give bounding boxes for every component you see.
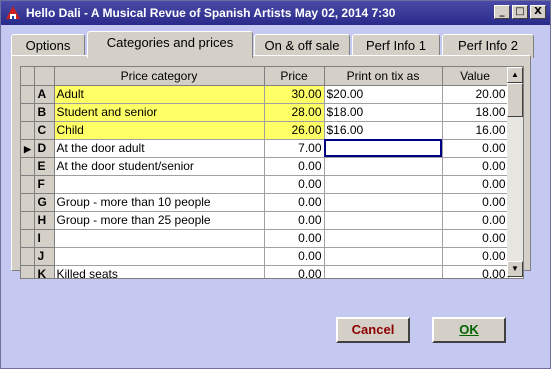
value-cell[interactable]: 0.00 xyxy=(442,193,509,212)
price-cell[interactable]: 0.00 xyxy=(264,265,325,278)
table-row[interactable]: G Group - more than 10 people 0.00 0.00 xyxy=(21,193,509,212)
current-row-arrow-icon: ▶ xyxy=(24,144,31,154)
category-cell[interactable]: Group - more than 10 people xyxy=(54,193,265,212)
row-key: C xyxy=(34,121,55,140)
print-cell[interactable]: $16.00 xyxy=(324,121,443,140)
value-cell[interactable]: 0.00 xyxy=(442,265,509,278)
category-cell[interactable]: At the door adult xyxy=(54,139,265,158)
table-row[interactable]: C Child 26.00 $16.00 16.00 xyxy=(21,121,509,140)
row-selector[interactable] xyxy=(21,193,35,212)
grid-key-header xyxy=(34,67,55,86)
row-key: D xyxy=(34,139,55,158)
scroll-up-arrow-icon[interactable]: ▲ xyxy=(507,67,523,83)
close-button[interactable]: X xyxy=(530,5,546,19)
print-cell[interactable] xyxy=(324,157,443,176)
row-key: I xyxy=(34,229,55,248)
category-cell[interactable]: Group - more than 25 people xyxy=(54,211,265,230)
scrollbar-thumb[interactable] xyxy=(507,83,523,117)
table-row[interactable]: J 0.00 0.00 xyxy=(21,247,509,266)
row-selector[interactable] xyxy=(21,121,35,140)
price-category-grid[interactable]: Price category Price Print on tix as Val… xyxy=(20,66,524,279)
table-row[interactable]: ▶ D At the door adult 7.00 0.00 xyxy=(21,139,509,158)
price-cell[interactable]: 0.00 xyxy=(264,193,325,212)
row-selector[interactable] xyxy=(21,175,35,194)
value-cell[interactable]: 18.00 xyxy=(442,103,509,122)
category-cell[interactable]: Killed seats xyxy=(54,265,265,278)
price-cell[interactable]: 0.00 xyxy=(264,157,325,176)
value-cell[interactable]: 0.00 xyxy=(442,229,509,248)
row-key: H xyxy=(34,211,55,230)
value-cell[interactable]: 20.00 xyxy=(442,85,509,104)
print-cell[interactable] xyxy=(324,265,443,278)
cancel-button[interactable]: Cancel xyxy=(336,317,410,343)
value-cell[interactable]: 0.00 xyxy=(442,175,509,194)
row-selector[interactable] xyxy=(21,85,35,104)
row-key: E xyxy=(34,157,55,176)
window-title: Hello Dali - A Musical Revue of Spanish … xyxy=(26,6,396,20)
print-cell[interactable] xyxy=(324,247,443,266)
print-cell[interactable] xyxy=(324,229,443,248)
category-cell[interactable] xyxy=(54,247,265,266)
row-selector[interactable] xyxy=(21,265,35,278)
title-bar: Hello Dali - A Musical Revue of Spanish … xyxy=(1,1,550,25)
row-selector[interactable] xyxy=(21,103,35,122)
ok-button[interactable]: OK xyxy=(432,317,506,343)
column-header-print-on-tix[interactable]: Print on tix as xyxy=(324,67,443,86)
table-row[interactable]: A Adult 30.00 $20.00 20.00 xyxy=(21,85,509,104)
app-icon xyxy=(5,5,21,21)
print-cell-active[interactable] xyxy=(324,139,443,158)
price-cell[interactable]: 28.00 xyxy=(264,103,325,122)
maximize-button[interactable]: □ xyxy=(512,5,528,19)
row-key: A xyxy=(34,85,55,104)
print-cell[interactable]: $18.00 xyxy=(324,103,443,122)
price-cell[interactable]: 30.00 xyxy=(264,85,325,104)
price-cell[interactable]: 0.00 xyxy=(264,229,325,248)
column-header-price-category[interactable]: Price category xyxy=(54,67,265,86)
price-cell[interactable]: 7.00 xyxy=(264,139,325,158)
row-key: K xyxy=(34,265,55,278)
tab-categories-and-prices[interactable]: Categories and prices xyxy=(87,31,253,58)
print-cell[interactable] xyxy=(324,175,443,194)
row-key: B xyxy=(34,103,55,122)
row-selector[interactable] xyxy=(21,229,35,248)
category-cell[interactable]: At the door student/senior xyxy=(54,157,265,176)
row-key: J xyxy=(34,247,55,266)
print-cell[interactable]: $20.00 xyxy=(324,85,443,104)
table-row[interactable]: H Group - more than 25 people 0.00 0.00 xyxy=(21,211,509,230)
price-cell[interactable]: 0.00 xyxy=(264,211,325,230)
table-row[interactable]: I 0.00 0.00 xyxy=(21,229,509,248)
value-cell[interactable]: 0.00 xyxy=(442,157,509,176)
price-cell[interactable]: 0.00 xyxy=(264,247,325,266)
row-selector[interactable] xyxy=(21,247,35,266)
grid-scrollbar[interactable]: ▲ ▼ xyxy=(507,67,523,277)
category-cell[interactable]: Student and senior xyxy=(54,103,265,122)
table-row[interactable]: E At the door student/senior 0.00 0.00 xyxy=(21,157,509,176)
value-cell[interactable]: 0.00 xyxy=(442,247,509,266)
minimize-button[interactable]: _ xyxy=(494,5,510,19)
value-cell[interactable]: 16.00 xyxy=(442,121,509,140)
row-key: F xyxy=(34,175,55,194)
table-row[interactable]: K Killed seats 0.00 0.00 xyxy=(21,265,509,278)
value-cell[interactable]: 0.00 xyxy=(442,139,509,158)
table-row[interactable]: F 0.00 0.00 xyxy=(21,175,509,194)
row-selector[interactable]: ▶ xyxy=(21,139,35,158)
print-cell[interactable] xyxy=(324,193,443,212)
column-header-value[interactable]: Value xyxy=(442,67,509,86)
row-key: G xyxy=(34,193,55,212)
scroll-down-arrow-icon[interactable]: ▼ xyxy=(507,261,523,277)
row-selector[interactable] xyxy=(21,211,35,230)
category-cell[interactable] xyxy=(54,229,265,248)
price-cell[interactable]: 0.00 xyxy=(264,175,325,194)
row-selector[interactable] xyxy=(21,157,35,176)
category-cell[interactable]: Child xyxy=(54,121,265,140)
print-cell[interactable] xyxy=(324,211,443,230)
table-row[interactable]: B Student and senior 28.00 $18.00 18.00 xyxy=(21,103,509,122)
column-header-price[interactable]: Price xyxy=(264,67,325,86)
value-cell[interactable]: 0.00 xyxy=(442,211,509,230)
category-cell[interactable]: Adult xyxy=(54,85,265,104)
category-cell[interactable] xyxy=(54,175,265,194)
grid-corner xyxy=(21,67,35,86)
price-cell[interactable]: 26.00 xyxy=(264,121,325,140)
app-window: Hello Dali - A Musical Revue of Spanish … xyxy=(0,0,551,369)
